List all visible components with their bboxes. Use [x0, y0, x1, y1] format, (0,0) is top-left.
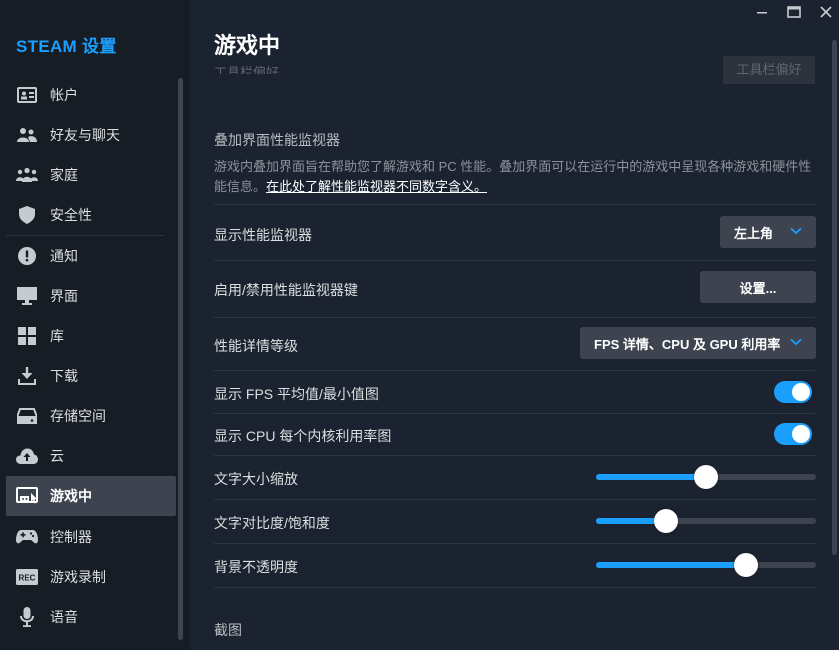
- sidebar-item-friends[interactable]: 好友与聊天: [6, 115, 176, 155]
- row-text-contrast: 文字对比度/饱和度: [214, 500, 816, 544]
- minimize-icon[interactable]: [750, 2, 774, 22]
- microphone-icon: [16, 606, 38, 628]
- sidebar-item-family[interactable]: 家庭: [6, 155, 176, 195]
- sidebar-item-label: 语音: [50, 609, 78, 625]
- sidebar-item-label: 安全性: [50, 207, 92, 223]
- row-label: 启用/禁用性能监视器键: [214, 282, 358, 298]
- sidebar-item-interface[interactable]: 界面: [6, 276, 176, 316]
- sidebar-item-library[interactable]: 库: [6, 316, 176, 356]
- settings-title: STEAM 设置: [16, 37, 117, 56]
- sidebar-item-storage[interactable]: 存储空间: [6, 396, 176, 436]
- storage-icon: [16, 405, 38, 427]
- row-label: 显示性能监视器: [214, 227, 312, 243]
- account-card-icon: [16, 84, 38, 106]
- slider-fill: [596, 562, 746, 568]
- row-show-monitor: 显示性能监视器 左上角: [214, 204, 816, 261]
- sidebar-item-label: 家庭: [50, 167, 78, 183]
- sidebar-item-security[interactable]: 安全性: [6, 195, 176, 235]
- row-label: 显示 CPU 每个内核利用率图: [214, 428, 392, 444]
- overlay-description: 游戏内叠加界面旨在帮助您了解游戏和 PC 性能。叠加界面可以在运行中的游戏中呈现…: [214, 157, 814, 197]
- sidebar-item-label: 控制器: [50, 529, 92, 545]
- in-game-icon: [16, 485, 38, 507]
- toggle-knob: [792, 383, 810, 401]
- sidebar-item-label: 游戏录制: [50, 569, 106, 585]
- row-label: 文字大小缩放: [214, 471, 298, 487]
- sidebar-item-label: 游戏中: [50, 488, 92, 504]
- sidebar-item-label: 通知: [50, 248, 78, 264]
- sidebar-item-label: 帐户: [50, 87, 78, 103]
- svg-text:REC: REC: [19, 574, 36, 583]
- fps-avg-toggle[interactable]: [774, 381, 812, 403]
- content-scrollbar[interactable]: [832, 40, 837, 555]
- slider-fill: [596, 474, 706, 480]
- row-label: 背景不透明度: [214, 559, 298, 575]
- chevron-down-icon: [790, 338, 802, 346]
- sidebar-item-label: 云: [50, 448, 64, 464]
- sidebar-item-notifications[interactable]: 通知: [6, 236, 176, 276]
- sidebar-item-label: 库: [50, 328, 64, 344]
- sidebar-item-in-game[interactable]: 游戏中: [6, 476, 176, 516]
- sidebar-item-label: 下载: [50, 368, 78, 384]
- alert-icon: [16, 245, 38, 267]
- dropdown-value: FPS 详情、CPU 及 GPU 利用率: [594, 336, 781, 352]
- settings-content: 游戏中 工具栏偏好 工具栏偏好 叠加界面性能监视器 游戏内叠加界面旨在帮助您了解…: [190, 0, 839, 650]
- sidebar-item-label: 存储空间: [50, 408, 106, 424]
- grid-icon: [16, 325, 38, 347]
- bg-opacity-slider[interactable]: [596, 553, 816, 577]
- row-text-scale: 文字大小缩放: [214, 456, 816, 500]
- sidebar-item-game-recording[interactable]: REC 游戏录制: [6, 557, 176, 597]
- slider-thumb[interactable]: [694, 465, 718, 489]
- cpu-core-toggle[interactable]: [774, 423, 812, 445]
- slider-thumb[interactable]: [654, 509, 679, 533]
- family-icon: [16, 164, 38, 186]
- row-cpu-core: 显示 CPU 每个内核利用率图: [214, 414, 815, 456]
- sidebar-item-voice[interactable]: 语音: [6, 597, 176, 637]
- row-detail-level: 性能详情等级 FPS 详情、CPU 及 GPU 利用率: [214, 318, 816, 371]
- friends-icon: [16, 124, 38, 146]
- section-title-overlay-monitor: 叠加界面性能监视器: [214, 132, 340, 148]
- rec-icon: REC: [16, 566, 38, 588]
- shield-icon: [16, 204, 38, 226]
- download-icon: [16, 365, 38, 387]
- learn-more-link[interactable]: 在此处了解性能监视器不同数字含义。: [266, 179, 487, 194]
- sidebar-item-controller[interactable]: 控制器: [6, 517, 176, 557]
- set-key-button[interactable]: 设置...: [700, 271, 816, 303]
- toolbar-preferences-button[interactable]: 工具栏偏好: [723, 56, 815, 84]
- sidebar-item-account[interactable]: 帐户: [6, 75, 176, 115]
- text-scale-slider[interactable]: [596, 465, 816, 489]
- sidebar-item-label: 界面: [50, 288, 78, 304]
- close-icon[interactable]: [814, 2, 838, 22]
- slider-thumb[interactable]: [733, 553, 758, 577]
- page-title: 游戏中: [214, 33, 281, 58]
- row-toggle-key: 启用/禁用性能监视器键 设置...: [214, 260, 816, 318]
- maximize-icon[interactable]: [782, 2, 806, 22]
- sidebar: STEAM 设置 帐户 好友与聊天 家庭 安全性 通知 界面 库 下载 存储空间…: [0, 0, 190, 650]
- chevron-down-icon: [790, 227, 802, 235]
- toggle-knob: [792, 425, 810, 443]
- sidebar-item-cloud[interactable]: 云: [6, 436, 176, 476]
- row-label: 显示 FPS 平均值/最小值图: [214, 386, 379, 402]
- sidebar-item-label: 好友与聊天: [50, 127, 120, 143]
- cloud-icon: [16, 445, 38, 467]
- sidebar-scrollbar[interactable]: [178, 78, 183, 640]
- section-title-screenshots: 截图: [214, 622, 242, 638]
- dropdown-value: 左上角: [734, 225, 774, 241]
- row-bg-opacity: 背景不透明度: [214, 544, 816, 588]
- detail-level-dropdown[interactable]: FPS 详情、CPU 及 GPU 利用率: [580, 327, 816, 359]
- toolbar-preferences-label: 工具栏偏好: [214, 65, 280, 74]
- monitor-icon: [16, 285, 38, 307]
- row-label: 性能详情等级: [214, 338, 298, 354]
- text-contrast-slider[interactable]: [596, 509, 816, 533]
- row-label: 文字对比度/饱和度: [214, 515, 330, 531]
- sidebar-item-downloads[interactable]: 下载: [6, 356, 176, 396]
- monitor-position-dropdown[interactable]: 左上角: [720, 216, 816, 248]
- controller-icon: [16, 526, 38, 548]
- row-fps-avg: 显示 FPS 平均值/最小值图: [214, 371, 815, 414]
